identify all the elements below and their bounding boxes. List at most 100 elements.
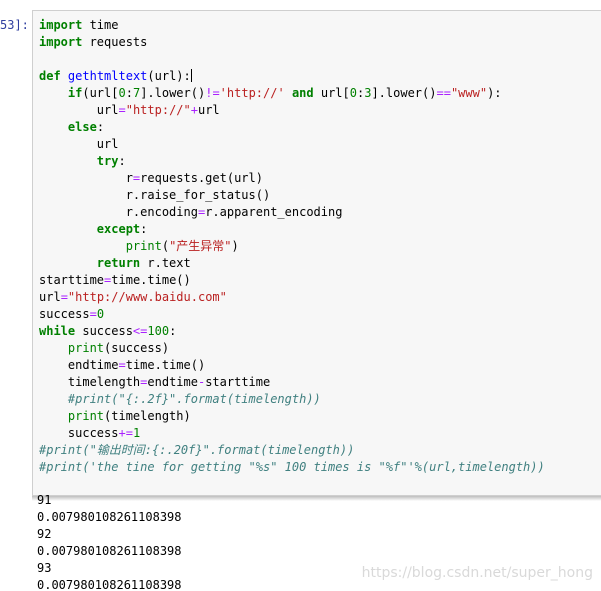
code-token: #print("{:.2f}".format(timelength)) (67, 392, 321, 406)
output-line: 0.007980108261108398 (37, 510, 182, 524)
code-token: : (140, 222, 148, 236)
code-token: 1 (132, 426, 141, 440)
code-token: : (96, 120, 105, 134)
code-token: "http://www.baidu.com" (67, 290, 227, 304)
code-token: success (39, 426, 119, 440)
code-token: try (96, 154, 119, 168)
watermark: https://blog.csdn.net/super_hong (361, 565, 593, 581)
code-line: url="http://www.baidu.com" (39, 289, 545, 306)
code-line: url="http://"+url (39, 102, 545, 119)
code-token: r.raise_for_status() (39, 188, 271, 202)
code-token: (success) (104, 341, 170, 355)
code-token: time.time() (125, 358, 206, 372)
code-line: while success<=100: (39, 323, 545, 340)
code-line: import time (39, 17, 545, 34)
code-line: else: (39, 119, 545, 136)
code-token: url (39, 290, 61, 304)
code-token: endtime (147, 375, 198, 389)
code-cell[interactable]: import time import requests def gethtmlte… (32, 10, 601, 496)
code-token: except (96, 222, 141, 236)
code-line: starttime=time.time() (39, 272, 545, 289)
code-line: try: (39, 153, 545, 170)
code-line: except: (39, 221, 545, 238)
code-line: def gethtmltext(url): (39, 68, 545, 85)
code-line: success=0 (39, 306, 545, 323)
code-token: = (60, 290, 68, 304)
code-token: #print("输出时间:{:.20f}".format(timelength)… (39, 443, 355, 457)
code-token: "www" (450, 86, 488, 100)
code-token: starttime (205, 375, 271, 389)
code-token: def (39, 69, 61, 83)
code-token: 0 (96, 307, 105, 321)
code-token: + (190, 103, 198, 117)
code-token: == (436, 86, 451, 100)
code-token: #print('the tine for getting "%s" 100 ti… (39, 460, 545, 474)
code-line: #print('the tine for getting "%s" 100 ti… (39, 459, 545, 476)
cell-output: 91 0.007980108261108398 92 0.00798010826110… (37, 492, 182, 591)
output-line: 0.007980108261108398 (37, 544, 182, 558)
code-token: url (39, 103, 119, 117)
code-token: starttime (39, 273, 105, 287)
code-token: : (125, 86, 133, 100)
code-token: time (82, 18, 119, 32)
code-token: else (67, 120, 97, 134)
code-token: import (39, 18, 83, 32)
code-line: endtime=time.time() (39, 357, 545, 374)
code-line: #print("输出时间:{:.20f}".format(timelength)… (39, 442, 545, 459)
code-token: print (67, 341, 105, 355)
code-token: 0 (118, 86, 126, 100)
code-token: success (75, 324, 133, 338)
code-token: 'http://' (219, 86, 285, 100)
code-token: <= (132, 324, 148, 338)
code-token: ): (487, 86, 502, 100)
code-line: if(url[0:7].lower()!='http://' and url[0… (39, 85, 545, 102)
code-token: ].lower() (140, 86, 206, 100)
code-line: print(timelength) (39, 408, 545, 425)
code-token: requests (82, 35, 148, 49)
code-token: ].lower() (371, 86, 437, 100)
code-token: r.encoding (39, 205, 198, 219)
code-token: "http://" (125, 103, 191, 117)
code-line: r.raise_for_status() (39, 187, 545, 204)
code-line: print("产生异常") (39, 238, 545, 255)
code-token: : (118, 154, 126, 168)
code-token: url (39, 137, 119, 151)
code-token: url (197, 103, 220, 117)
code-line: import requests (39, 34, 545, 51)
code-token: != (205, 86, 220, 100)
code-token: = (89, 307, 97, 321)
output-line: 0.007980108261108398 (37, 578, 182, 591)
code-line: timelength=endtime-starttime (39, 374, 545, 391)
code-token: = (118, 103, 126, 117)
text-cursor (190, 69, 192, 82)
code-token: return (96, 256, 141, 270)
code-token: url[ (313, 86, 350, 100)
output-line: 92 (37, 527, 52, 541)
code-line: print(success) (39, 340, 545, 357)
code-editor[interactable]: import time import requests def gethtmlte… (39, 17, 545, 476)
code-token: : (169, 324, 177, 338)
code-token: = (118, 358, 126, 372)
code-token: (url): (147, 69, 191, 83)
code-token: requests.get(url) (140, 171, 263, 185)
output-line: 91 (37, 493, 52, 507)
code-token: success (39, 307, 90, 321)
code-line: success+=1 (39, 425, 545, 442)
code-token: endtime (39, 358, 119, 372)
code-token: ) (231, 239, 239, 253)
code-token: time.time() (111, 273, 191, 287)
code-line: r.encoding=r.apparent_encoding (39, 204, 545, 221)
code-token: print (67, 409, 105, 423)
